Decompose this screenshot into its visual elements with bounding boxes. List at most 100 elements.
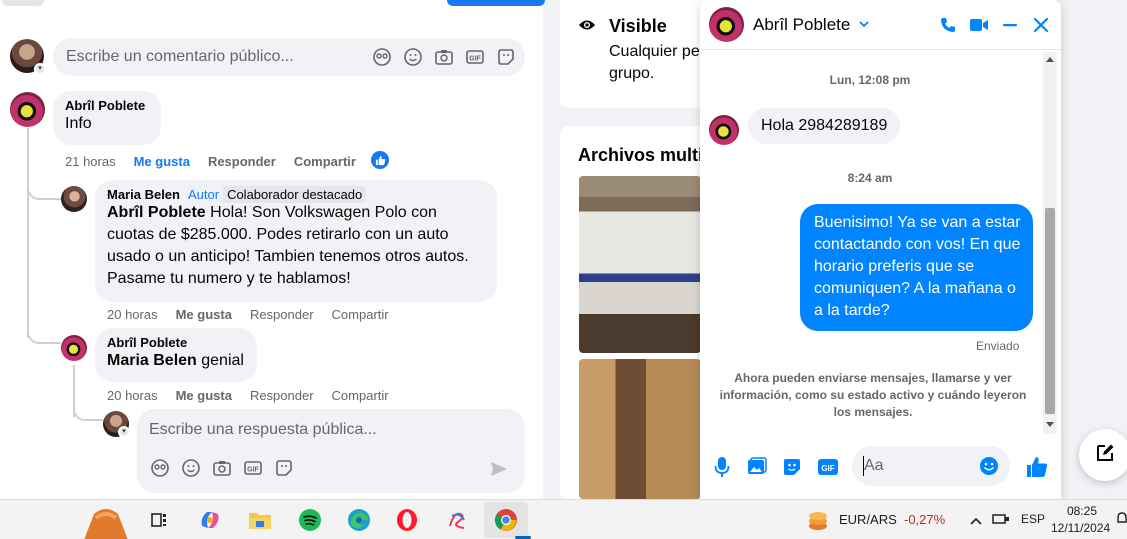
close-icon[interactable] xyxy=(1030,14,1052,36)
visibility-description: Cualquier pe grupo. xyxy=(609,43,700,82)
camera-icon[interactable] xyxy=(211,457,233,479)
edge-icon[interactable] xyxy=(345,506,373,534)
svg-text:GIF: GIF xyxy=(247,467,259,474)
comment-placeholder: Escribe un comentario público... xyxy=(66,48,294,65)
phone-icon[interactable] xyxy=(937,14,959,36)
avatar-chevron-icon[interactable]: ▾ xyxy=(34,63,46,75)
taskbar: EUR/ARS -0,27% ESP 08:25 12/11/2024 xyxy=(0,499,1127,539)
thread-connector xyxy=(27,324,61,344)
video-call-icon[interactable] xyxy=(968,14,990,36)
thumbs-up-icon[interactable] xyxy=(371,151,389,169)
top-primary-button-stub[interactable] xyxy=(447,0,545,6)
minimize-icon[interactable] xyxy=(999,14,1021,36)
comment-text: Info xyxy=(65,115,92,132)
send-icon[interactable] xyxy=(489,459,509,484)
share-button[interactable]: Compartir xyxy=(332,388,389,403)
commenter-avatar[interactable] xyxy=(61,335,87,361)
chat-header: Abrîl Poblete xyxy=(700,0,1061,50)
comment-author[interactable]: Maria Belen xyxy=(107,187,180,202)
task-view-icon[interactable] xyxy=(145,506,173,534)
photo-icon[interactable] xyxy=(745,455,769,479)
comment-input[interactable]: Escribe un comentario público... GIF xyxy=(53,38,525,76)
spotify-icon[interactable] xyxy=(296,506,324,534)
sticker-icon[interactable] xyxy=(495,46,517,68)
comment-author[interactable]: Abrîl Poblete xyxy=(107,335,245,350)
sticker-icon[interactable] xyxy=(273,457,295,479)
input-language[interactable]: ESP xyxy=(1021,512,1045,526)
thumbs-up-icon[interactable] xyxy=(1025,455,1049,479)
sticker-icon[interactable] xyxy=(780,455,804,479)
message-timestamp: Lun, 12:08 pm xyxy=(829,73,911,87)
avatar-sticker-icon[interactable] xyxy=(149,457,171,479)
outgoing-message[interactable]: Buenisimo! Ya se van a estar contactando… xyxy=(800,204,1033,331)
comment-actions: 20 horas Me gusta Responder Compartir xyxy=(107,307,389,322)
currency-pair[interactable]: EUR/ARS xyxy=(839,512,897,527)
reply-button[interactable]: Responder xyxy=(208,154,276,169)
emoji-icon[interactable] xyxy=(402,46,424,68)
top-button-stub[interactable] xyxy=(2,0,44,6)
copilot-icon[interactable] xyxy=(196,506,224,534)
svg-text:GIF: GIF xyxy=(821,464,834,473)
comment-time[interactable]: 21 horas xyxy=(65,154,116,169)
gif-icon[interactable]: GIF xyxy=(242,457,264,479)
chevron-up-icon[interactable] xyxy=(969,513,983,531)
clock-time[interactable]: 08:25 xyxy=(1067,504,1097,518)
message-status: Enviado xyxy=(976,339,1020,353)
like-button[interactable]: Me gusta xyxy=(134,154,190,169)
commenter-avatar[interactable] xyxy=(61,186,87,212)
scroll-up-arrow-icon[interactable] xyxy=(1046,57,1054,62)
network-icon[interactable] xyxy=(992,512,1010,531)
chat-contact-name[interactable]: Abrîl Poblete xyxy=(753,15,850,35)
chrome-icon[interactable] xyxy=(492,506,520,534)
gif-icon[interactable]: GIF xyxy=(816,455,840,479)
message-input-placeholder: Aa xyxy=(864,457,884,474)
media-photo[interactable] xyxy=(579,359,701,499)
commenter-avatar[interactable] xyxy=(10,92,45,127)
like-button[interactable]: Me gusta xyxy=(176,388,232,403)
chat-scrollbar[interactable] xyxy=(1043,52,1057,434)
media-photo[interactable] xyxy=(579,176,701,353)
comment-mention[interactable]: Maria Belen xyxy=(107,352,197,369)
share-button[interactable]: Compartir xyxy=(294,154,356,169)
emoji-icon[interactable] xyxy=(979,456,999,481)
weather-widget-icon[interactable] xyxy=(76,504,136,539)
app-icon[interactable] xyxy=(444,506,472,534)
reply-input[interactable]: Escribe una respuesta pública... GIF xyxy=(137,409,525,493)
chat-contact-avatar[interactable] xyxy=(709,7,744,42)
author-tag: Autor xyxy=(187,187,220,202)
message-sender-avatar[interactable] xyxy=(709,115,739,145)
avatar-chevron-icon[interactable]: ▾ xyxy=(118,426,130,438)
microphone-icon[interactable] xyxy=(710,455,734,479)
opera-icon[interactable] xyxy=(393,506,421,534)
gif-icon[interactable]: GIF xyxy=(464,46,486,68)
reply-button[interactable]: Responder xyxy=(250,307,314,322)
scrollbar-thumb[interactable] xyxy=(1045,208,1055,414)
thread-connector xyxy=(73,401,103,421)
chat-info-note: Ahora pueden enviarse mensajes, llamarse… xyxy=(719,371,1027,419)
share-button[interactable]: Compartir xyxy=(332,307,389,322)
comment-actions: 21 horas Me gusta Responder Compartir xyxy=(65,154,356,169)
comment-mention[interactable]: Abrîl Poblete xyxy=(107,204,206,221)
reply-button[interactable]: Responder xyxy=(250,388,314,403)
comment-time[interactable]: 20 horas xyxy=(107,388,158,403)
new-message-button[interactable] xyxy=(1079,429,1127,481)
incoming-message[interactable]: Hola 2984289189 xyxy=(748,108,901,144)
scroll-down-arrow-icon[interactable] xyxy=(1046,422,1054,427)
file-explorer-icon[interactable] xyxy=(246,506,274,534)
chevron-down-icon[interactable] xyxy=(858,17,870,35)
clock-date[interactable]: 12/11/2024 xyxy=(1051,521,1110,535)
message-input[interactable]: Aa xyxy=(852,446,1010,486)
currency-change[interactable]: -0,27% xyxy=(904,512,945,527)
currency-widget-icon[interactable] xyxy=(806,509,830,536)
collaborator-badge: Colaborador destacado xyxy=(223,186,367,203)
eye-icon xyxy=(578,18,596,37)
camera-icon[interactable] xyxy=(433,46,455,68)
avatar-sticker-icon[interactable] xyxy=(371,46,393,68)
comment-author[interactable]: Abrîl Poblete xyxy=(65,98,149,113)
like-button[interactable]: Me gusta xyxy=(176,307,232,322)
emoji-icon[interactable] xyxy=(180,457,202,479)
comment-time[interactable]: 20 horas xyxy=(107,307,158,322)
message-timestamp: 8:24 am xyxy=(847,171,893,185)
notification-icon[interactable] xyxy=(1117,512,1127,531)
comment-text: genial xyxy=(196,352,244,369)
